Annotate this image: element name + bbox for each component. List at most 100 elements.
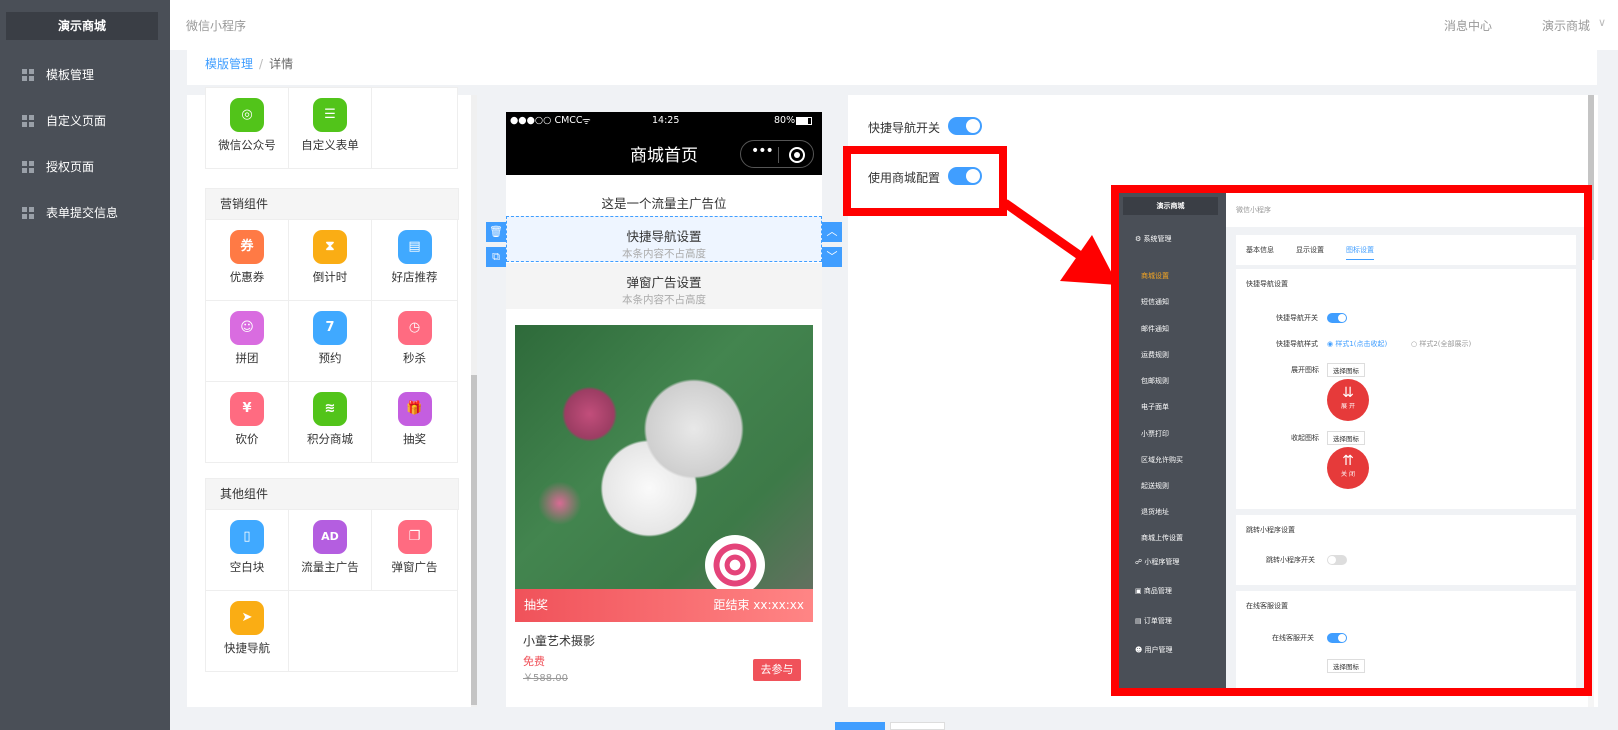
inset-menu-miniprogram: ☍ 小程序管理 bbox=[1119, 550, 1226, 574]
coupon-icon: 券 bbox=[230, 230, 264, 264]
inset-submenu-item: 区域允许购买 bbox=[1141, 456, 1183, 464]
move-up-icon[interactable]: ︿ bbox=[822, 222, 842, 242]
inset-menu-system: ⚙ 系统管理 bbox=[1119, 227, 1226, 251]
scrollbar[interactable] bbox=[471, 95, 477, 707]
gear-icon: ⚙ bbox=[1135, 235, 1142, 243]
component-booking[interactable]: 7 预约 bbox=[288, 300, 372, 382]
component-lottery[interactable]: 🎁 抽奖 bbox=[371, 381, 458, 463]
ad-icon: AD bbox=[313, 520, 347, 554]
component-wechat-official[interactable]: ◎ 微信公众号 bbox=[205, 87, 289, 169]
component-shop-recommend[interactable]: ▤ 好店推荐 bbox=[371, 219, 458, 301]
inset-brand: 演示商城 bbox=[1123, 197, 1218, 215]
quick-nav-section[interactable]: 快捷导航设置 本条内容不占高度 bbox=[506, 216, 822, 262]
inset-switch bbox=[1327, 313, 1347, 323]
quick-nav-switch[interactable] bbox=[948, 117, 982, 135]
component-quick-nav[interactable]: ➤ 快捷导航 bbox=[205, 590, 289, 672]
shop-icon: ▤ bbox=[397, 230, 432, 264]
component-custom-form[interactable]: ☰ 自定义表单 bbox=[288, 87, 372, 169]
component-label: 好店推荐 bbox=[391, 270, 438, 284]
arrow-shaft bbox=[1002, 199, 1085, 261]
section-subtitle: 本条内容不占高度 bbox=[622, 294, 706, 306]
order-icon: ▤ bbox=[1135, 617, 1142, 625]
product-price: 免费 bbox=[523, 655, 545, 668]
component-blank-block[interactable]: ▯ 空白块 bbox=[205, 509, 289, 591]
breadcrumb-template-manage[interactable]: 模版管理 bbox=[205, 57, 253, 71]
product-image[interactable] bbox=[515, 325, 813, 622]
component-group-buy[interactable]: ☺ 拼团 bbox=[205, 300, 289, 382]
gift-icon: 🎁 bbox=[397, 392, 432, 426]
brand-logo[interactable]: 演示商城 bbox=[6, 12, 158, 40]
inset-jump-card: 跳转小程序设置 跳转小程序开关 bbox=[1236, 515, 1576, 585]
pagination-item[interactable] bbox=[890, 722, 945, 730]
clock-label: 14:25 bbox=[652, 115, 680, 126]
inset-quick-nav-card: 快捷导航设置 快捷导航开关 快捷导航样式 ◉ 样式1(点击收起) ○ 样式2(全… bbox=[1236, 269, 1576, 509]
component-bargain[interactable]: ¥ 砍价 bbox=[205, 381, 289, 463]
inset-label: 快捷导航开关 bbox=[1276, 314, 1318, 322]
breadcrumb-current: 详情 bbox=[269, 57, 294, 71]
inset-menu-label: 小程序管理 bbox=[1144, 558, 1180, 566]
inset-switch bbox=[1327, 555, 1347, 565]
breadcrumb: 模版管理 / 详情 bbox=[205, 55, 293, 72]
inset-choose-button: 选择图标 bbox=[1327, 431, 1365, 445]
product-name: 小童艺术摄影 bbox=[523, 634, 596, 648]
inset-switch bbox=[1327, 633, 1347, 643]
phone-preview: ●●●○○ CMCC ᯤ 14:25 80% 商城首页 ••• 这是一个流量主广… bbox=[506, 112, 822, 707]
grid-icon bbox=[22, 69, 34, 81]
expand-icon: ⇊ 展 开 bbox=[1327, 379, 1369, 421]
scrollbar-thumb[interactable] bbox=[471, 375, 477, 705]
form-icon: ☰ bbox=[313, 98, 347, 132]
battery-label: 80% bbox=[774, 115, 796, 126]
join-button[interactable]: 去参与 bbox=[753, 659, 801, 681]
sidebar-item-label: 自定义页面 bbox=[46, 114, 107, 128]
coins-icon: ≋ bbox=[313, 392, 347, 426]
delete-icon[interactable]: 🗑 bbox=[486, 222, 506, 242]
chevron-down-icon[interactable]: ∨ bbox=[1598, 16, 1606, 29]
mini-program-capsule[interactable]: ••• bbox=[740, 140, 814, 168]
grid-icon bbox=[22, 161, 34, 173]
component-points-mall[interactable]: ≋ 积分商城 bbox=[288, 381, 372, 463]
alarm-clock-icon: ◷ bbox=[397, 311, 432, 345]
sidebar-item-form-submissions[interactable]: 表单提交信息 bbox=[0, 193, 170, 233]
move-down-icon[interactable]: ﹀ bbox=[822, 247, 842, 267]
popup-ad-section[interactable]: 弹窗广告设置 本条内容不占高度 bbox=[506, 263, 822, 309]
component-traffic-ad[interactable]: AD 流量主广告 bbox=[288, 509, 372, 591]
component-countdown[interactable]: ⧗ 倒计时 bbox=[288, 219, 372, 301]
component-flash-sale[interactable]: ◷ 秒杀 bbox=[371, 300, 458, 382]
product-icon: ▣ bbox=[1135, 587, 1142, 595]
breadcrumb-bar: 模版管理 / 详情 bbox=[187, 50, 1597, 85]
close-circle-icon[interactable] bbox=[789, 147, 805, 163]
countdown-label: 距结束 xx:xx:xx bbox=[713, 598, 804, 612]
inset-label: 在线客服开关 bbox=[1272, 634, 1314, 642]
component-label: 积分商城 bbox=[307, 432, 353, 446]
inset-menu-orders: ▤ 订单管理 bbox=[1119, 609, 1226, 633]
component-label: 快捷导航 bbox=[224, 641, 270, 655]
inset-submenu-item: 起送规则 bbox=[1141, 482, 1169, 490]
inset-card-title: 快捷导航设置 bbox=[1246, 280, 1288, 288]
inset-radio-label: 样式1(点击收起) bbox=[1335, 340, 1388, 348]
message-center-link[interactable]: 消息中心 bbox=[1444, 17, 1492, 34]
inset-menu-label: 用户管理 bbox=[1144, 646, 1173, 654]
pagination-active[interactable] bbox=[835, 722, 885, 730]
component-label: 砍价 bbox=[235, 432, 259, 446]
breadcrumb-separator: / bbox=[259, 57, 264, 71]
battery-icon bbox=[796, 117, 812, 125]
component-coupon[interactable]: 券 优惠券 bbox=[205, 219, 289, 301]
component-label: 预约 bbox=[318, 351, 342, 365]
inset-menu-label: 商品管理 bbox=[1143, 587, 1172, 595]
component-label: 倒计时 bbox=[312, 270, 348, 284]
inset-tabs: 基本信息 显示设置 图标设置 bbox=[1236, 235, 1576, 265]
sidebar-item-template[interactable]: 模板管理 bbox=[0, 55, 170, 95]
yen-icon: ¥ bbox=[230, 392, 264, 426]
marketing-section-header: 营销组件 bbox=[205, 188, 459, 220]
inset-label: 快捷导航样式 bbox=[1276, 340, 1318, 348]
sidebar-item-custom-page[interactable]: 自定义页面 bbox=[0, 101, 170, 141]
more-icon[interactable]: ••• bbox=[751, 143, 774, 159]
inset-menu-label: 系统管理 bbox=[1143, 235, 1172, 243]
component-popup-ad[interactable]: ❐ 弹窗广告 bbox=[371, 509, 458, 591]
copy-icon[interactable]: ⧉ bbox=[486, 247, 506, 267]
sidebar-item-auth-page[interactable]: 授权页面 bbox=[0, 147, 170, 187]
grid-icon bbox=[22, 115, 34, 127]
phone-nav-bar: 商城首页 ••• bbox=[506, 130, 822, 175]
user-menu[interactable]: 演示商城 bbox=[1542, 17, 1590, 34]
annotation-highlight-box bbox=[843, 146, 1007, 216]
